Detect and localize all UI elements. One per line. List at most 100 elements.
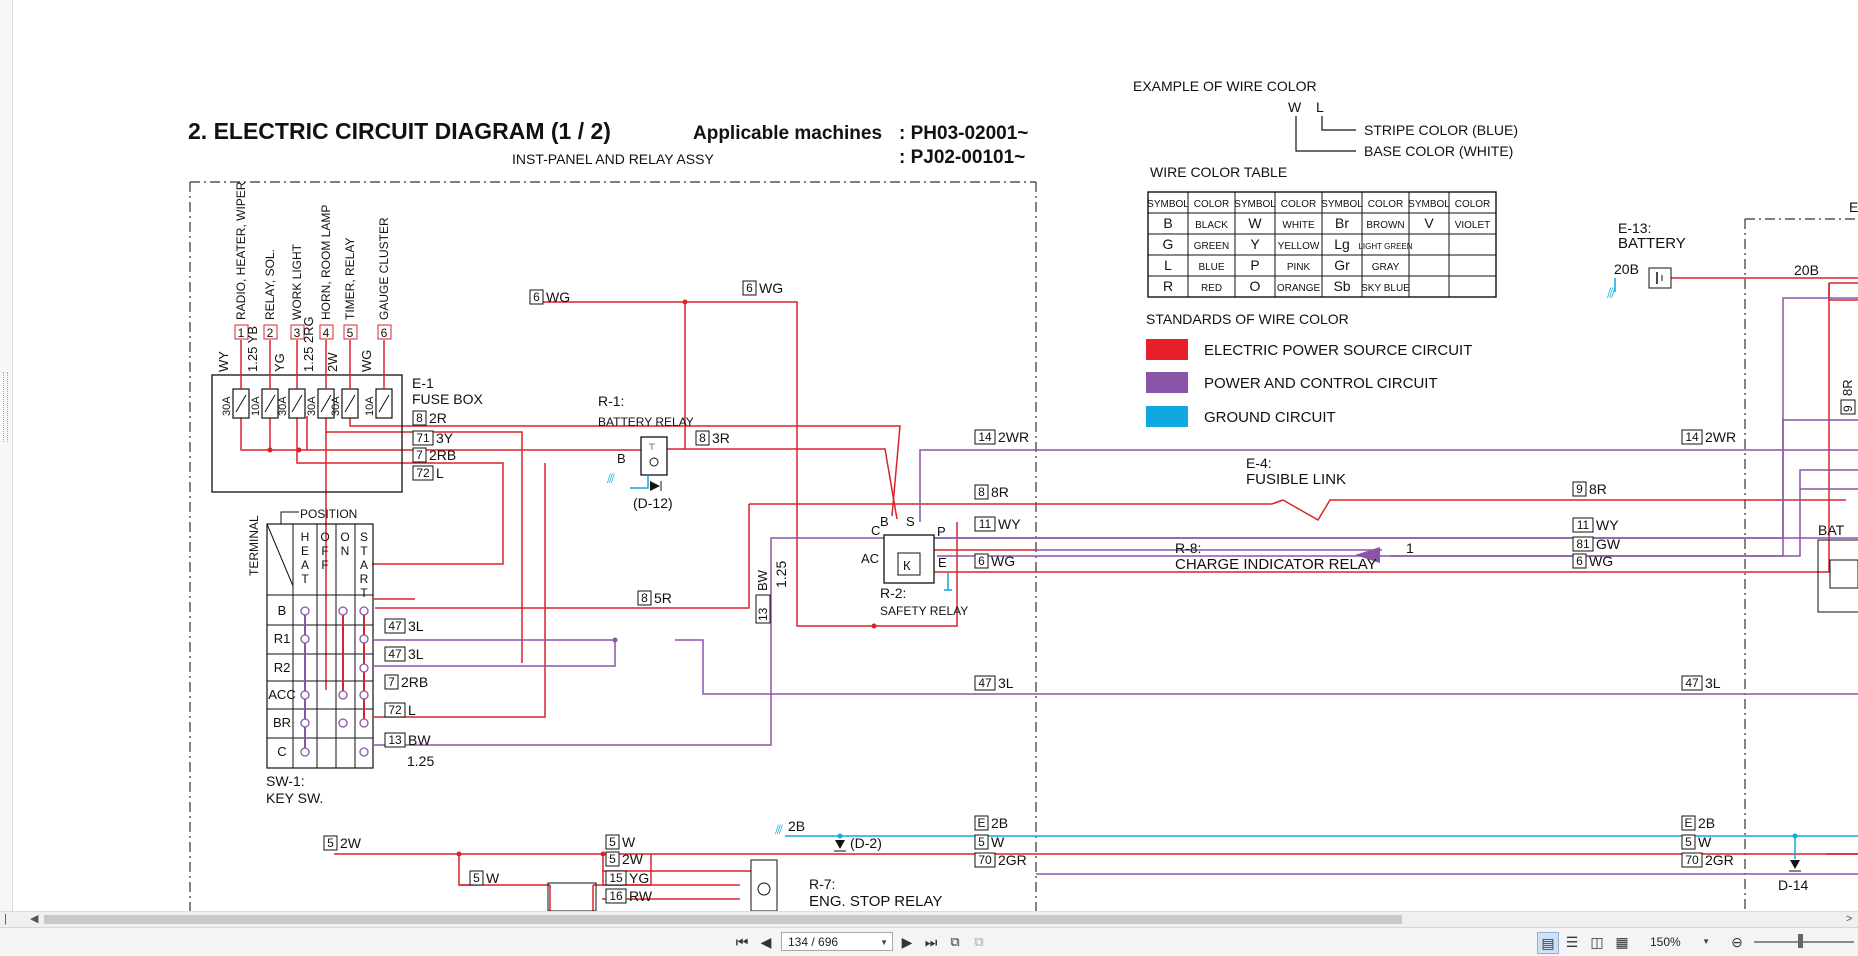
example-l: L [1316,99,1324,115]
scroll-left-icon[interactable]: ◀ [30,913,38,926]
example-w: W [1288,99,1302,115]
wire-tag-num: 6 [978,554,985,568]
table-cell: Lg [1334,236,1350,252]
table-title: WIRE COLOR TABLE [1150,164,1287,180]
zoom-select[interactable]: 150% ▼ [1650,932,1710,952]
wire-tag-num: 7 [388,675,395,689]
ground-label: GROUND CIRCUIT [1204,409,1336,426]
fuse-circuit: RADIO, HEATER, WIPER [234,181,248,320]
svg-text:⫻: ⫻ [775,822,783,837]
last-page-icon[interactable]: ⏭ [922,932,940,952]
wire-tag-text: 2W [622,851,644,867]
position-heading: T [360,586,368,600]
wire-tag-num: 81 [1576,537,1590,551]
fusible-link-name: E-4: [1246,455,1272,471]
wire-tag-text: 2RB [429,447,456,463]
prev-page-icon[interactable]: ◀ [757,932,775,952]
battery-label: BATTERY [1618,235,1686,252]
position-heading: F [321,558,328,572]
zoom-slider-handle[interactable] [1798,934,1803,948]
zoom-out-icon[interactable]: ⊖ [1728,932,1746,952]
table-cell: G [1163,236,1174,252]
scrollbar-thumb[interactable] [44,915,1402,924]
table-cell: BLACK [1195,220,1228,231]
fuse-circuit: WORK LIGHT [290,243,304,320]
table-cell: COLOR [1455,199,1491,210]
position-heading: N [341,544,350,558]
single-page-view-icon[interactable]: ▤ [1537,932,1559,954]
terminal-row: R1 [274,631,291,646]
wire-tag-text: 2RB [401,674,428,690]
copy-page-icon[interactable]: ⧉ [946,932,964,952]
svg-text:⊤: ⊤ [648,442,656,452]
continuous-view-icon[interactable]: ☰ [1562,932,1582,952]
wire-tag-num: 9 [1841,405,1855,412]
horizontal-scrollbar[interactable]: | ◀ > [0,911,1858,927]
wire-tag-num: 6 [533,290,540,304]
table-cell: COLOR [1281,199,1317,210]
scroll-left-edge-icon[interactable]: | [4,913,7,926]
zoom-slider[interactable] [1754,941,1854,943]
eng-stop-relay-label: ENG. STOP RELAY [809,893,942,910]
fuse-number: 6 [381,326,388,340]
wire-tag-num: 15 [609,871,623,885]
position-heading: F [321,544,328,558]
table-cell: Br [1335,215,1349,231]
wire-tag-text: BW [755,569,770,591]
svg-text:E: E [1849,199,1858,215]
control-swatch [1146,372,1188,393]
svg-text:2B: 2B [788,818,805,834]
chevron-down-icon[interactable]: ▼ [880,933,888,952]
table-cell: WHITE [1282,220,1315,231]
wire-tag-num: 7 [416,448,423,462]
safety-relay: К B S C P AC E R-2: SAFETY RELAY [861,514,968,618]
svg-text:⫻: ⫻ [607,471,615,486]
fuse-amp: 30A [330,396,342,416]
table-cell: YELLOW [1278,241,1320,252]
battery-relay-diode: (D-12) [633,495,673,511]
wire-tag-num: 47 [388,619,402,633]
eng-stop-relay-name: R-7: [809,876,835,892]
fuse-number: 1 [238,326,245,340]
wire-tag-text: 5R [654,590,672,606]
fuse-number: 2 [267,326,274,340]
svg-text:BAT: BAT [1818,522,1845,538]
zoom-chevron-down-icon[interactable]: ▼ [1702,932,1710,952]
paste-page-icon[interactable]: ⧉ [970,932,988,952]
next-page-icon[interactable]: ▶ [898,932,916,952]
fuse-amp: 30A [306,396,318,416]
position-heading: H [301,530,310,544]
svg-text:C: C [871,523,880,538]
facing-view-icon[interactable]: ◫ [1587,932,1607,952]
wire-tag-num: 5 [609,852,616,866]
serial-2: : PJ02-00101~ [899,147,1025,168]
fuse-group: 30A WY 1 RADIO, HEATER, WIPER 10A 1.25 YB 2 REL… [216,181,393,419]
circuit-diagram: 2. ELECTRIC CIRCUIT DIAGRAM (1 / 2) Appl… [188,78,1858,911]
position-heading: R [360,572,369,586]
wire-tag-num: 6 [1576,554,1583,568]
svg-text:1: 1 [1406,540,1414,556]
svg-text:20B: 20B [1794,262,1819,278]
wire-tag-num: 14 [978,430,992,444]
position-heading: O [340,530,349,544]
svg-text:К: К [903,558,911,573]
control-label: POWER AND CONTROL CIRCUIT [1204,375,1438,392]
control-wires [374,297,1858,875]
svg-text:⫻: ⫻ [1607,285,1616,301]
power-wires [240,277,1858,911]
battery-relay-name: R-1: [598,393,624,409]
facing-continuous-view-icon[interactable]: ▦ [1612,932,1632,952]
wire-tag-num: 14 [1685,430,1699,444]
svg-text:1.25: 1.25 [773,561,789,588]
page-number-input[interactable]: 134 / 696 ▼ [781,932,893,951]
wire-tag-text: RW [629,888,653,904]
wire-tag-num: 8 [699,431,706,445]
fuse-wire: YG [272,353,287,372]
charge-relay-name: R-8: [1175,540,1201,556]
scroll-right-icon[interactable]: > [1846,913,1852,926]
first-page-icon[interactable]: ⏮ [733,932,751,952]
fuse-circuit: HORN, ROOM LAMP [319,205,333,320]
wire-tag-num: 47 [978,676,992,690]
table-cell: B [1163,215,1172,231]
table-cell: Gr [1334,257,1350,273]
